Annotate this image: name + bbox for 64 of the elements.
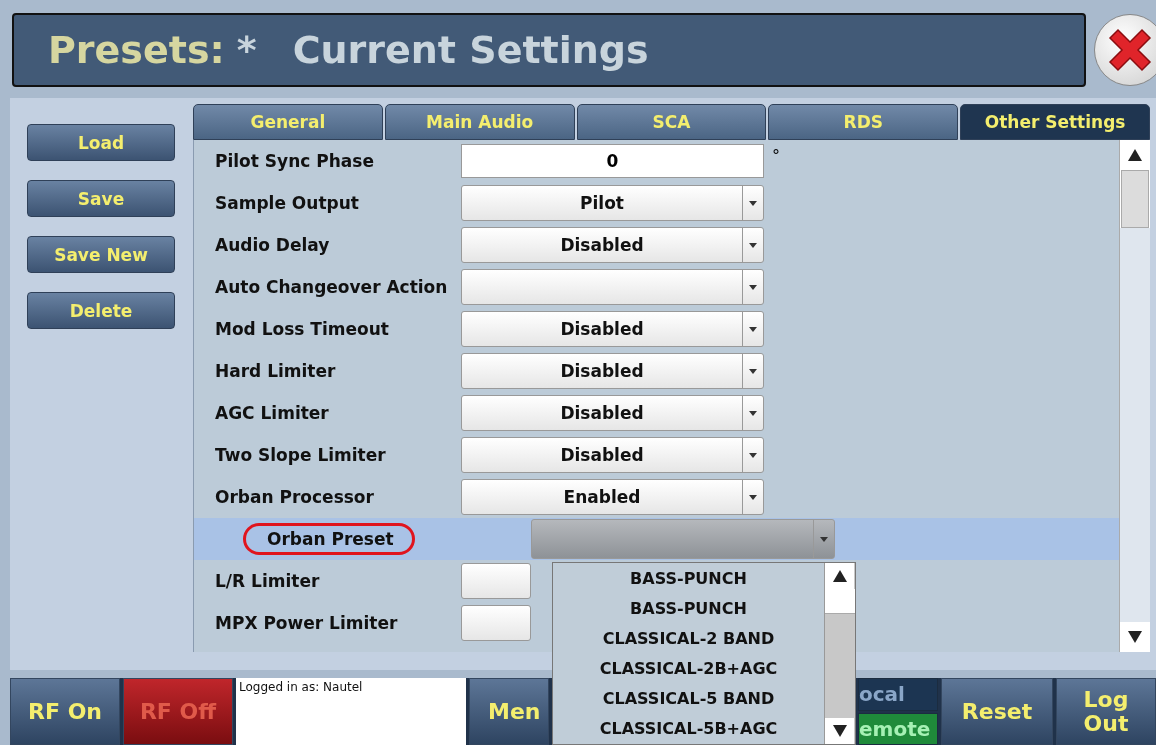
dropdown[interactable]: Disabled (461, 227, 764, 263)
preset-button[interactable]: Load (27, 124, 175, 161)
preset-button[interactable]: Delete (27, 292, 175, 329)
caret-icon (749, 410, 757, 416)
dropdown[interactable] (461, 563, 531, 599)
setting-label: L/R Limiter (214, 571, 321, 591)
caret-icon (749, 200, 757, 206)
setting-label: Orban Processor (214, 487, 375, 507)
dropdown[interactable] (461, 605, 531, 641)
unit-label: ° (772, 146, 780, 165)
setting-label: AGC Limiter (214, 403, 330, 423)
scrollbar[interactable] (824, 563, 855, 744)
caret-icon (749, 494, 757, 500)
caret-icon (749, 326, 757, 332)
caret-icon (749, 368, 757, 374)
local-button[interactable]: ocal (858, 678, 938, 711)
dropdown[interactable] (461, 269, 764, 305)
dropdown-option[interactable]: CLASSICAL-2B+AGC (599, 653, 778, 684)
scrollbar[interactable] (1119, 140, 1150, 652)
dropdown-option[interactable]: BASS-PUNCH (630, 563, 747, 594)
rf-on-button[interactable]: RF On (10, 678, 120, 745)
dropdown-option[interactable]: CLASSICAL-5B+AGC (599, 713, 778, 745)
scroll-down-icon[interactable] (825, 718, 854, 744)
setting-label: Hard Limiter (214, 361, 337, 381)
setting-label: Sample Output (214, 193, 360, 213)
setting-label: Mod Loss Timeout (214, 319, 390, 339)
scroll-thumb[interactable] (1121, 170, 1149, 228)
login-status: Logged in as: Nautel (236, 678, 466, 745)
tab[interactable]: SCA (576, 104, 767, 140)
log-out-button[interactable]: Log Out (1056, 678, 1156, 745)
tab[interactable]: RDS (768, 104, 959, 140)
menu-button[interactable]: Men (469, 678, 549, 745)
caret-icon (749, 284, 757, 290)
tab[interactable]: Main Audio (384, 104, 575, 140)
dropdown[interactable]: Pilot (461, 185, 764, 221)
modified-mark: * (236, 28, 257, 72)
preset-button[interactable]: Save New (27, 236, 175, 273)
reset-button[interactable]: Reset (941, 678, 1053, 745)
dropdown[interactable]: Disabled (461, 311, 764, 347)
number-field[interactable]: 0 (461, 144, 764, 178)
screen-title: Presets: (48, 28, 225, 72)
scroll-thumb[interactable] (825, 589, 855, 614)
dropdown[interactable]: Disabled (461, 353, 764, 389)
caret-icon (820, 536, 828, 542)
setting-label: Audio Delay (214, 235, 331, 255)
preset-button[interactable]: Save (27, 180, 175, 217)
caret-icon (749, 242, 757, 248)
dropdown[interactable]: Disabled (461, 395, 764, 431)
dropdown[interactable]: Disabled (461, 437, 764, 473)
setting-label: Two Slope Limiter (214, 445, 387, 465)
preset-name: Current Settings (292, 28, 649, 72)
tab[interactable]: Other Settings (960, 104, 1150, 140)
setting-label: Orban Preset (243, 523, 415, 555)
scroll-up-icon[interactable] (825, 563, 854, 589)
dropdown-option[interactable]: BASS-PUNCH (630, 593, 747, 624)
tab[interactable]: General (193, 104, 383, 140)
dropdown-option[interactable]: CLASSICAL-2 BAND (602, 623, 775, 654)
dropdown[interactable]: Enabled (461, 479, 764, 515)
setting-label: Pilot Sync Phase (214, 151, 375, 171)
setting-label: Auto Changeover Action (214, 277, 449, 297)
close-button[interactable] (1094, 14, 1156, 86)
caret-icon (749, 452, 757, 458)
dropdown-option[interactable]: CLASSICAL-5 BAND (602, 683, 775, 714)
setting-label: MPX Power Limiter (214, 613, 399, 633)
